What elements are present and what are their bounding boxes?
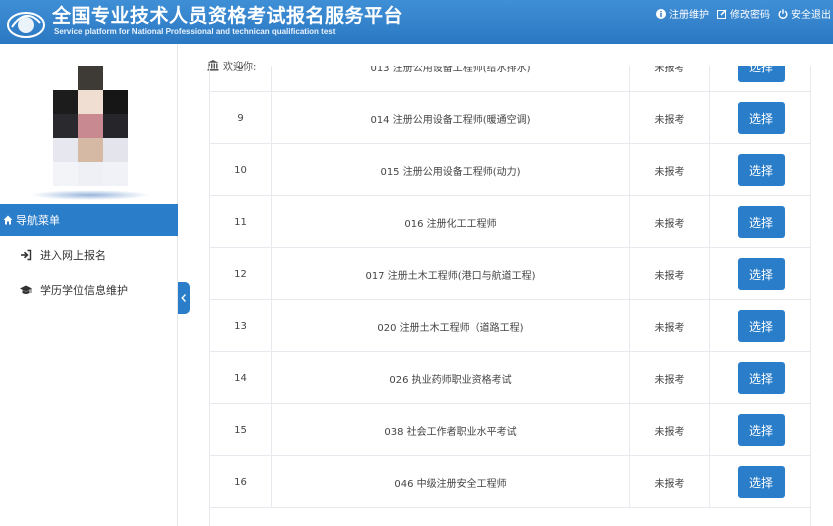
nav-menu-header: 导航菜单: [0, 204, 178, 236]
power-icon: [778, 8, 788, 19]
table-row: 12 017 注册土木工程师(港口与航道工程) 未报考 选择: [210, 248, 810, 300]
header-bar: 全国专业技术人员资格考试报名服务平台 Service platform for …: [0, 0, 833, 44]
row-number: 13: [210, 300, 272, 352]
table-row: 10 015 注册公用设备工程师(动力) 未报考 选择: [210, 144, 810, 196]
chevron-left-icon: [181, 294, 187, 302]
row-number: 16: [210, 456, 272, 508]
sidebar-item-label: 进入网上报名: [40, 249, 106, 262]
nav-menu-title: 导航菜单: [16, 214, 60, 227]
select-button[interactable]: 选择: [737, 414, 785, 446]
logout-label: 安全退出: [791, 10, 831, 21]
exam-name: 017 注册土木工程师(港口与航道工程): [272, 248, 630, 300]
register-maintenance-link[interactable]: 注册维护: [656, 6, 709, 21]
select-button[interactable]: 选择: [737, 66, 785, 82]
exam-name: 038 社会工作者职业水平考试: [272, 404, 630, 456]
registration-status: 未报考: [630, 92, 710, 144]
table-row: 8 013 注册公用设备工程师(给水排水) 未报考 选择: [210, 66, 810, 92]
change-password-label: 修改密码: [730, 10, 770, 21]
exam-name: 015 注册公用设备工程师(动力): [272, 144, 630, 196]
exam-table: 8 013 注册公用设备工程师(给水排水) 未报考 选择 9 014 注册公用设…: [209, 66, 811, 526]
select-button[interactable]: 选择: [737, 362, 785, 394]
registration-status: 未报考: [630, 404, 710, 456]
sidebar-item-degree-info[interactable]: 学历学位信息维护: [0, 275, 178, 305]
exam-name: 013 注册公用设备工程师(给水排水): [272, 66, 630, 92]
registration-status: 未报考: [630, 66, 710, 92]
logout-link[interactable]: 安全退出: [778, 6, 831, 21]
sign-in-icon: [21, 249, 32, 261]
table-row: 13 020 注册土木工程师（道路工程) 未报考 选择: [210, 300, 810, 352]
avatar-shadow: [30, 190, 150, 200]
table-row: 14 026 执业药师职业资格考试 未报考 选择: [210, 352, 810, 404]
edit-icon: [717, 8, 727, 19]
site-subtitle: Service platform for National Profession…: [54, 27, 336, 36]
site-title: 全国专业技术人员资格考试报名服务平台: [52, 5, 404, 27]
select-button[interactable]: 选择: [737, 466, 785, 498]
sidebar-item-label: 学历学位信息维护: [40, 284, 128, 297]
exam-name: 014 注册公用设备工程师(暖通空调): [272, 92, 630, 144]
select-button[interactable]: 选择: [737, 154, 785, 186]
table-row: 16 046 中级注册安全工程师 未报考 选择: [210, 456, 810, 508]
select-button[interactable]: 选择: [737, 258, 785, 290]
exam-name: 020 注册土木工程师（道路工程): [272, 300, 630, 352]
registration-status: 未报考: [630, 300, 710, 352]
row-number: 12: [210, 248, 272, 300]
select-button[interactable]: 选择: [737, 310, 785, 342]
registration-status: 未报考: [630, 248, 710, 300]
sidebar-item-online-registration[interactable]: 进入网上报名: [0, 240, 178, 270]
select-button[interactable]: 选择: [737, 206, 785, 238]
avatar: [53, 66, 128, 186]
sidebar: 导航菜单 进入网上报名 学历学位信息维护: [0, 44, 178, 526]
table-row: 9 014 注册公用设备工程师(暖通空调) 未报考 选择: [210, 92, 810, 144]
registration-status: 未报考: [630, 144, 710, 196]
logo-icon: [7, 12, 45, 38]
registration-status: 未报考: [630, 196, 710, 248]
exam-name: 046 中级注册安全工程师: [272, 456, 630, 508]
row-number: 10: [210, 144, 272, 196]
row-number: 11: [210, 196, 272, 248]
register-maintenance-label: 注册维护: [669, 10, 709, 21]
row-number: 14: [210, 352, 272, 404]
registration-status: 未报考: [630, 352, 710, 404]
exam-name: 016 注册化工工程师: [272, 196, 630, 248]
registration-status: 未报考: [630, 456, 710, 508]
row-number: 8: [210, 66, 272, 92]
header-links: 注册维护 修改密码 安全退出: [656, 6, 831, 21]
exam-name: 026 执业药师职业资格考试: [272, 352, 630, 404]
change-password-link[interactable]: 修改密码: [717, 6, 770, 21]
info-icon: [656, 8, 666, 19]
graduation-cap-icon: [20, 285, 32, 294]
sidebar-collapse-toggle[interactable]: [178, 282, 190, 314]
table-row: 15 038 社会工作者职业水平考试 未报考 选择: [210, 404, 810, 456]
home-icon: [3, 215, 13, 225]
row-number: 9: [210, 92, 272, 144]
row-number: 15: [210, 404, 272, 456]
select-button[interactable]: 选择: [737, 102, 785, 134]
table-row: 11 016 注册化工工程师 未报考 选择: [210, 196, 810, 248]
